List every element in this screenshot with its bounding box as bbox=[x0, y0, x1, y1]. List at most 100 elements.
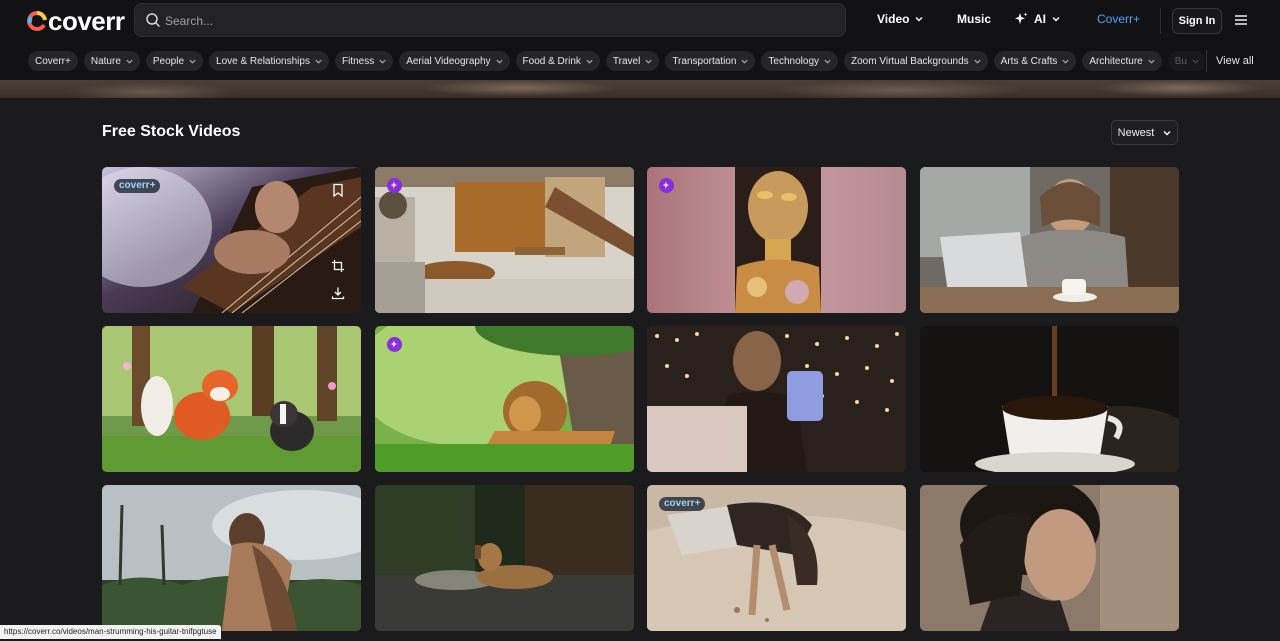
category-chip-label: Arts & Crafts bbox=[1000, 55, 1058, 67]
video-card-phone-lights[interactable] bbox=[647, 326, 906, 472]
bookmark-icon[interactable] bbox=[331, 183, 345, 197]
chevron-down-icon bbox=[1062, 59, 1069, 64]
nav-coverr-plus[interactable]: Coverr+ bbox=[1097, 12, 1140, 26]
category-chip[interactable]: Transportation bbox=[665, 51, 756, 71]
chevron-down-icon bbox=[645, 59, 652, 64]
video-card-sand-girl[interactable]: coverr+ bbox=[647, 485, 906, 631]
category-chip-label: Aerial Videography bbox=[406, 55, 491, 67]
video-thumbnail bbox=[920, 167, 1179, 313]
chevron-down-icon bbox=[189, 59, 196, 64]
ai-badge bbox=[387, 337, 402, 352]
category-chip[interactable]: Coverr+ bbox=[28, 51, 78, 71]
category-divider bbox=[1206, 50, 1207, 72]
view-all-link[interactable]: View all bbox=[1216, 55, 1254, 67]
category-chip-label: Love & Relationships bbox=[216, 55, 310, 67]
nav-video[interactable]: Video bbox=[877, 12, 923, 26]
category-list: Coverr+ Nature People Love & Relationships F… bbox=[28, 51, 1204, 71]
chevron-down-icon bbox=[974, 59, 981, 64]
sparkle-icon bbox=[390, 181, 398, 189]
category-chip-label: Technology bbox=[768, 55, 820, 67]
sparkle-icon bbox=[1015, 12, 1028, 24]
coverr-plus-badge: coverr+ bbox=[659, 497, 706, 511]
coverr-plus-badge: coverr+ bbox=[114, 179, 161, 193]
search-bar[interactable] bbox=[134, 3, 846, 38]
chevron-down-icon bbox=[586, 59, 593, 64]
category-chip-label: People bbox=[152, 55, 185, 67]
chevron-down-icon bbox=[1148, 59, 1155, 64]
top-navigation-bar: coverr Video Music AI Coverr+ Sign In bbox=[0, 0, 1280, 42]
category-chip-label: Nature bbox=[90, 55, 121, 67]
chevron-down-icon bbox=[741, 59, 748, 64]
ai-badge bbox=[387, 178, 402, 193]
sparkle-icon bbox=[662, 181, 670, 189]
ai-badge bbox=[659, 178, 674, 193]
chevron-down-icon bbox=[915, 17, 923, 22]
video-card-beach-woman[interactable] bbox=[102, 485, 361, 631]
category-chip[interactable]: Zoom Virtual Backgrounds bbox=[844, 51, 988, 71]
category-chip[interactable]: Nature bbox=[83, 51, 140, 71]
video-thumbnail bbox=[375, 167, 634, 313]
coverr-logo-icon bbox=[27, 11, 47, 31]
page-title: Free Stock Videos bbox=[102, 123, 241, 140]
video-card-coffee[interactable] bbox=[920, 326, 1179, 472]
category-chip-label: Coverr+ bbox=[35, 55, 71, 67]
category-chip[interactable]: People bbox=[145, 51, 204, 71]
video-thumbnail bbox=[647, 326, 906, 472]
nav-video-label: Video bbox=[877, 12, 910, 26]
video-thumbnail bbox=[375, 326, 634, 472]
search-icon bbox=[146, 13, 160, 27]
category-chip-label: Fitness bbox=[341, 55, 375, 67]
video-thumbnail bbox=[920, 326, 1179, 472]
category-chip[interactable]: Fitness bbox=[334, 51, 394, 71]
category-chip-label: Travel bbox=[612, 55, 641, 67]
category-chip[interactable]: Aerial Videography bbox=[399, 51, 510, 71]
chevron-down-icon bbox=[495, 59, 503, 64]
sparkle-icon bbox=[390, 340, 398, 348]
chevron-down-icon bbox=[1163, 130, 1171, 135]
video-card-lion[interactable] bbox=[375, 326, 634, 472]
video-thumbnail bbox=[102, 326, 361, 472]
logo-text: coverr bbox=[48, 6, 125, 36]
category-chip-label: Bu bbox=[1174, 55, 1187, 67]
category-chip-label: Food & Drink bbox=[522, 55, 581, 67]
nav-ai-label: AI bbox=[1034, 12, 1046, 26]
sort-dropdown[interactable]: Newest bbox=[1111, 120, 1178, 145]
nav-divider bbox=[1160, 8, 1161, 34]
category-chip[interactable]: Bu bbox=[1167, 51, 1204, 71]
category-chip[interactable]: Love & Relationships bbox=[209, 51, 329, 71]
video-thumbnail bbox=[920, 485, 1179, 631]
chevron-down-icon bbox=[315, 59, 322, 64]
crop-icon[interactable] bbox=[331, 259, 345, 273]
video-card-golden-face[interactable] bbox=[647, 167, 906, 313]
download-icon[interactable] bbox=[331, 286, 345, 300]
chevron-down-icon bbox=[379, 59, 386, 64]
category-chip[interactable]: Technology bbox=[761, 51, 839, 71]
category-chip[interactable]: Architecture bbox=[1082, 51, 1162, 71]
video-card-dog-porch[interactable] bbox=[375, 485, 634, 631]
video-thumbnail bbox=[375, 485, 634, 631]
search-input[interactable] bbox=[163, 4, 827, 38]
category-chip[interactable]: Travel bbox=[605, 51, 660, 71]
chevron-down-icon bbox=[824, 59, 831, 64]
browser-status-url: https://coverr.co/videos/man-strumming-h… bbox=[0, 625, 221, 639]
nav-music[interactable]: Music bbox=[957, 12, 991, 26]
category-chip[interactable]: Food & Drink bbox=[515, 51, 600, 71]
category-chip-label: Transportation bbox=[672, 55, 737, 67]
sign-in-button[interactable]: Sign In bbox=[1172, 8, 1222, 34]
video-thumbnail bbox=[647, 167, 906, 313]
video-card-guitar[interactable]: coverr+ bbox=[102, 167, 361, 313]
category-chip[interactable]: Arts & Crafts bbox=[993, 51, 1077, 71]
nav-ai[interactable]: AI bbox=[1014, 12, 1060, 26]
video-card-kitchen[interactable] bbox=[375, 167, 634, 313]
sort-label: Newest bbox=[1117, 126, 1155, 139]
hamburger-menu-icon[interactable] bbox=[1234, 13, 1248, 27]
nav-coverr-plus-label: Coverr+ bbox=[1097, 12, 1141, 26]
chevron-down-icon bbox=[1192, 59, 1199, 64]
nav-music-label: Music bbox=[957, 12, 992, 26]
video-card-cafe-laptop[interactable] bbox=[920, 167, 1179, 313]
video-card-curly-woman[interactable] bbox=[920, 485, 1179, 631]
chevron-down-icon bbox=[1052, 17, 1060, 22]
hero-banner-strip bbox=[0, 80, 1280, 98]
coverr-logo[interactable]: coverr bbox=[27, 6, 125, 36]
video-card-fox-skunk[interactable] bbox=[102, 326, 361, 472]
